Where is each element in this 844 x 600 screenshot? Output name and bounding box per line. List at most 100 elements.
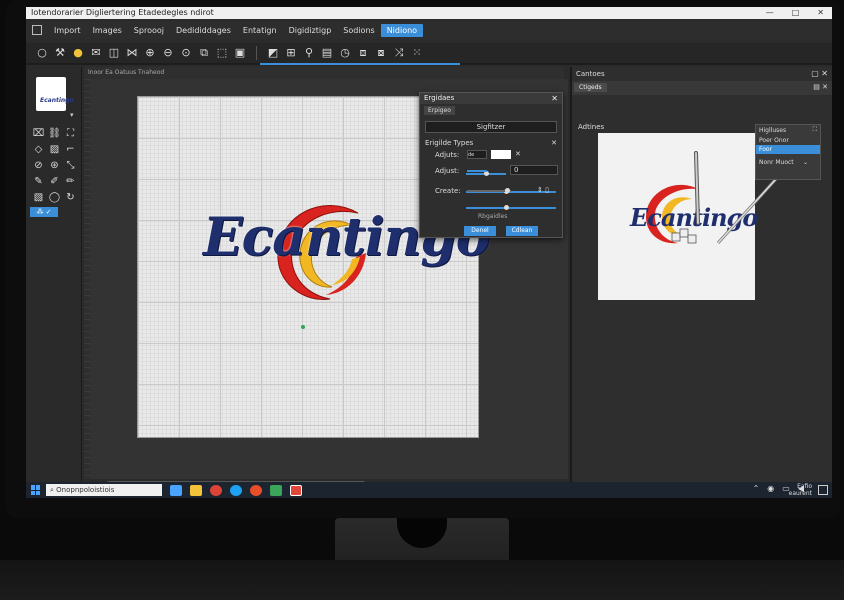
right-panel-tabbar: Ctigeds ▤ ✕ [572, 81, 832, 95]
dialog-close-icon[interactable]: ✕ [551, 93, 558, 104]
dialog-title-bar: Ergidaes ✕ [420, 93, 562, 104]
browser-icon[interactable] [250, 484, 262, 496]
corner-tool-icon[interactable]: ⌐ [64, 143, 77, 156]
slider-5-knob[interactable] [504, 205, 509, 210]
flyout-pin-icon[interactable]: ⛶ [813, 126, 817, 134]
dialog-tab[interactable]: Erpigeo [424, 106, 455, 115]
maximize-icon[interactable]: □ [792, 7, 800, 19]
menu-item-4[interactable]: Dedididdages [170, 24, 237, 37]
menu-item-active[interactable]: Nidiono [380, 23, 424, 37]
toolbar-active-indicator [260, 63, 460, 65]
flyout-dropdown[interactable]: Nonr Muoct ⌄ [756, 158, 820, 167]
cursor-tool-icon[interactable]: ⤡ [64, 159, 77, 172]
menu-item-6[interactable]: Digidiztigp [283, 24, 338, 37]
circle-tool-icon[interactable]: ○ [36, 47, 48, 59]
menu-import[interactable]: Import [48, 24, 87, 37]
swap-icon[interactable]: ✕ [515, 150, 521, 158]
taskbar: ⌕ Onopnpoloistiois ⌃ ◉ ▭ ◀ Eafio eaurent [26, 482, 832, 498]
table-icon[interactable]: ▤ [321, 47, 333, 59]
diamond-tool-icon[interactable]: ◇ [32, 143, 45, 156]
embroidery-app-icon[interactable] [290, 484, 302, 496]
export-icon[interactable]: ⧈ [357, 47, 369, 59]
window-controls: — □ ✕ [766, 7, 824, 19]
node-tool-icon[interactable]: ⊛ [48, 159, 61, 172]
dialog-secondary-button[interactable]: Cdlean [506, 226, 538, 236]
select-icon[interactable]: ⬚ [216, 47, 228, 59]
pencil-tool-icon[interactable]: ✏ [64, 175, 77, 188]
chevron-down-icon[interactable]: ▾ [70, 111, 74, 119]
clock-icon[interactable]: ◷ [339, 47, 351, 59]
section-close-icon[interactable]: ✕ [551, 139, 557, 147]
toolbar: ○ ⚒ ● ✉ ◫ ⋈ ⊕ ⊖ ⊙ ⧉ ⬚ ▣ ◩ ⊞ ⚲ ▤ ◷ ⧈ ⧇ ⤨ … [26, 43, 832, 65]
dots-grid-icon[interactable]: ⁙ [411, 47, 423, 59]
color-dot-icon[interactable]: ● [72, 47, 84, 59]
color-swatch-dark[interactable]: de [467, 150, 487, 159]
text-tool-icon[interactable]: ⌧ [32, 127, 45, 140]
tab-controls-icon[interactable]: ▤ ✕ [813, 83, 828, 91]
taskbar-clock[interactable]: Eafio eaurent [789, 483, 812, 497]
edit-icon[interactable]: ◩ [267, 47, 279, 59]
design-thumbnail[interactable] [36, 77, 66, 111]
spinner-icon[interactable]: ⇕ ▯ [537, 186, 549, 194]
zoom-out-icon[interactable]: ⊖ [162, 47, 174, 59]
stitch-preview[interactable]: Ecantingo [598, 133, 778, 300]
minimize-icon[interactable]: — [766, 7, 774, 19]
zoom-in-icon[interactable]: ⊕ [144, 47, 156, 59]
slider-4-knob[interactable] [505, 188, 510, 193]
right-panel-title: Cantoes [576, 70, 605, 78]
dialog-primary-button[interactable]: Denel [464, 226, 496, 236]
fill-tool-icon[interactable]: ▨ [48, 143, 61, 156]
mail-icon[interactable]: ✉ [90, 47, 102, 59]
bow-tie-icon[interactable]: ⋈ [126, 47, 138, 59]
frame-icon[interactable]: ◫ [108, 47, 120, 59]
edge-icon[interactable] [230, 484, 242, 496]
dialog-note: Rbgaidles [478, 213, 508, 220]
zoom-fit-icon[interactable]: ⊙ [180, 47, 192, 59]
slider-5[interactable] [466, 207, 556, 209]
transform-icon[interactable]: ⧇ [375, 47, 387, 59]
taskbar-search-input[interactable]: ⌕ Onopnpoloistiois [46, 484, 162, 496]
taskview-icon[interactable] [170, 484, 182, 496]
close-icon[interactable]: ✕ [817, 7, 824, 19]
window-title: Iotendorarier Digliertering Etadedegles … [31, 8, 214, 17]
hammer-tool-icon[interactable]: ⚒ [54, 47, 66, 59]
notification-icon[interactable] [818, 485, 828, 495]
slider-2[interactable] [467, 170, 487, 172]
app-menu-icon[interactable] [32, 25, 42, 35]
file-explorer-icon[interactable] [190, 484, 202, 496]
chrome-icon[interactable] [210, 484, 222, 496]
crop-tool-icon[interactable]: ⛶ [64, 127, 77, 140]
clock-line-1: Eafio [797, 483, 812, 490]
lasso-tool-icon[interactable]: ⊘ [32, 159, 45, 172]
store-icon[interactable] [270, 484, 282, 496]
stitch-icon[interactable]: ⚲ [303, 47, 315, 59]
rotate-tool-icon[interactable]: ↻ [64, 191, 77, 204]
image-icon[interactable]: ▣ [234, 47, 246, 59]
active-tool-indicator[interactable]: ⁂ ✓ [30, 207, 58, 217]
adjust-value-field[interactable]: 0 [510, 165, 558, 175]
panel-window-controls[interactable]: ▢ ✕ [811, 67, 828, 81]
pen-tool-icon[interactable]: ✎ [32, 175, 45, 188]
dialog-type-field[interactable]: Sigfitzer [425, 121, 557, 133]
layers-icon[interactable]: ⧉ [198, 47, 210, 59]
dialog-title: Ergidaes [424, 94, 455, 102]
menu-item-5[interactable]: Entatign [237, 24, 283, 37]
network-icon[interactable]: ◉ [767, 484, 774, 493]
flyout-item[interactable]: Poer Onor [756, 136, 820, 145]
color-swatch-white[interactable] [491, 150, 511, 159]
circle-select-icon[interactable]: ◯ [48, 191, 61, 204]
menu-item-7[interactable]: Sodions [337, 24, 380, 37]
grid-icon[interactable]: ⊞ [285, 47, 297, 59]
start-menu-icon[interactable] [31, 485, 41, 495]
link-tool-icon[interactable]: ⛓ [48, 127, 61, 140]
shuffle-icon[interactable]: ⤨ [393, 47, 405, 59]
row-label: Create: [435, 187, 461, 195]
image-tool-icon[interactable]: ▧ [32, 191, 45, 204]
chevron-up-icon[interactable]: ⌃ [753, 484, 760, 493]
flyout-item-selected[interactable]: Foor [756, 145, 820, 154]
menu-images[interactable]: Images [87, 24, 128, 37]
right-panel-tab[interactable]: Ctigeds [574, 83, 607, 92]
needle-tool-icon[interactable]: ✐ [48, 175, 61, 188]
toolbar-separator [256, 46, 257, 60]
menu-item-3[interactable]: Sproooj [128, 24, 170, 37]
